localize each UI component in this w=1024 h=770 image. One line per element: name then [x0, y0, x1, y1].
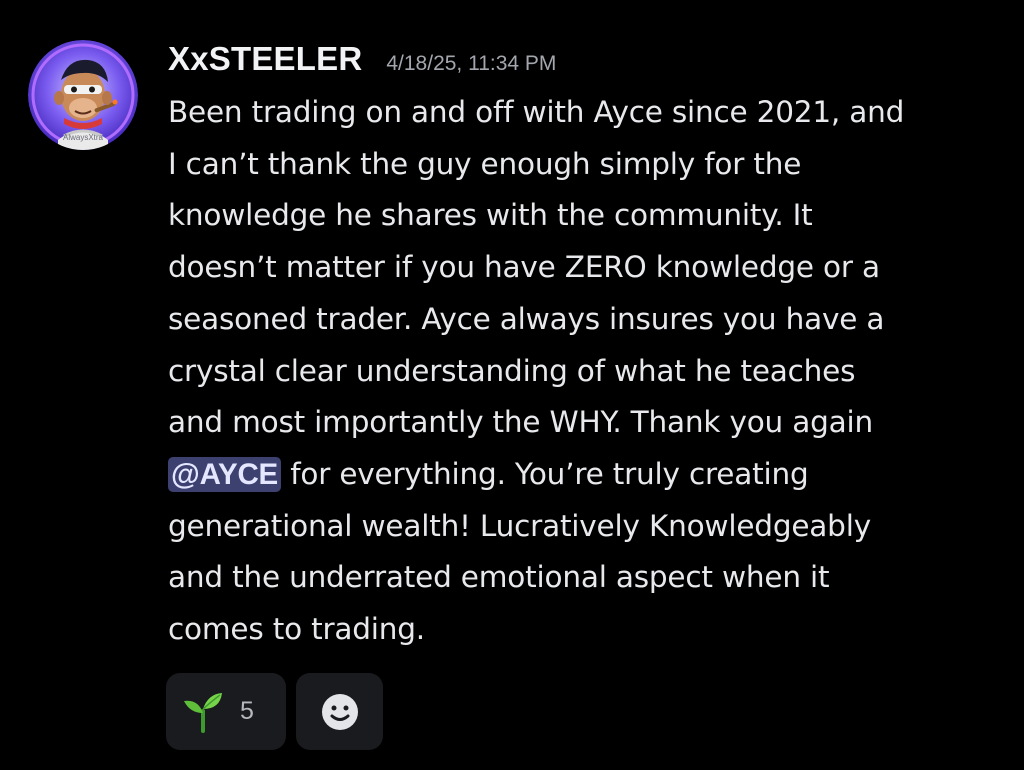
svg-text:AlwaysXtra: AlwaysXtra: [63, 133, 104, 142]
message-line: comes to trading.: [168, 612, 425, 647]
add-reaction-button[interactable]: [296, 673, 383, 750]
user-avatar[interactable]: AlwaysXtra: [28, 40, 138, 150]
message-line: I can’t thank the guy enough simply for …: [168, 146, 802, 181]
seedling-icon: [184, 692, 222, 733]
message-line: Been trading on and off with Ayce since …: [168, 95, 905, 129]
reaction-count: 5: [240, 697, 254, 725]
message-line: seasoned trader. Ayce always insures you…: [168, 301, 885, 336]
reactions-bar: 5: [166, 673, 383, 750]
message-line: and most importantly the WHY. Thank you …: [168, 405, 873, 440]
message-header: XxSTEELER 4/18/25, 11:34 PM: [168, 40, 556, 84]
chat-message: AlwaysXtra XxSTEELER 4/18/25, 11:34 PM B…: [0, 0, 1024, 770]
message-line: crystal clear understanding of what he t…: [168, 353, 856, 388]
message-line: generational wealth! Lucratively Knowled…: [168, 508, 871, 543]
message-line: knowledge he shares with the community. …: [168, 198, 813, 233]
message-line: doesn’t matter if you have ZERO knowledg…: [168, 250, 880, 285]
author-username[interactable]: XxSTEELER: [168, 40, 362, 78]
reaction-seedling[interactable]: 5: [166, 673, 286, 750]
message-content: Been trading on and off with Ayce since …: [168, 87, 1008, 656]
message-line: @AYCE for everything. You’re truly creat…: [168, 449, 1008, 501]
message-line-text: for everything. You’re truly creating: [281, 456, 809, 491]
user-mention[interactable]: @AYCE: [168, 456, 282, 492]
message-line: and the underrated emotional aspect when…: [168, 560, 830, 595]
message-timestamp: 4/18/25, 11:34 PM: [386, 52, 557, 75]
smiley-face-icon: [321, 693, 358, 730]
ape-avatar-icon: AlwaysXtra: [28, 40, 138, 150]
